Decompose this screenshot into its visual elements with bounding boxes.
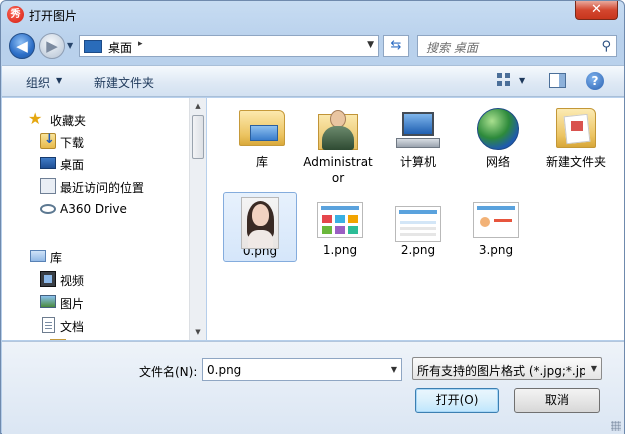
close-button[interactable]: ✕ — [575, 1, 618, 20]
file-item-label: Administrator — [303, 155, 373, 185]
window-title: 打开图片 — [29, 9, 78, 23]
library-folder-icon — [239, 110, 285, 146]
sidebar-item-label: 库 — [50, 251, 63, 265]
navigation-pane: ★ 收藏夹 下载 桌面 最近访问的位置 A360 Drive 库 视频 — [2, 98, 189, 340]
sidebar-item-videos[interactable]: 视频 — [2, 268, 189, 290]
file-item-0-png[interactable]: 0.png — [223, 192, 297, 262]
back-button[interactable]: ◀ — [9, 33, 35, 59]
sidebar-item-label: 文档 — [60, 320, 85, 334]
sidebar-item-recent-places[interactable]: 最近访问的位置 — [2, 175, 189, 197]
file-type-dropdown-icon[interactable]: ▼ — [591, 364, 597, 373]
sidebar-item-label: 下载 — [60, 136, 85, 150]
scroll-down-icon[interactable]: ▼ — [190, 324, 206, 340]
title-bar: 秀 打开图片 ✕ — [1, 1, 624, 29]
pictures-icon — [40, 295, 56, 308]
sidebar-item-a360-drive[interactable]: A360 Drive — [2, 198, 189, 220]
address-dropdown-icon[interactable]: ▼ — [367, 40, 374, 50]
organize-button[interactable]: 组织 — [26, 74, 50, 91]
scroll-up-icon[interactable]: ▲ — [190, 98, 206, 114]
change-view-icon[interactable] — [497, 73, 513, 89]
sidebar-item-libraries[interactable]: 库 — [2, 245, 189, 267]
organize-dropdown-icon[interactable]: ▼ — [56, 76, 62, 85]
file-item-network[interactable]: 网络 — [461, 102, 535, 192]
view-options-dropdown-icon[interactable]: ▼ — [519, 76, 525, 85]
open-image-dialog: 秀 打开图片 ✕ ◀ ▶ ▼ 桌面 ▸ ▼ ⇆ 搜索 桌面 ⚲ 组织 ▼ 新建文… — [0, 0, 625, 434]
file-item-new-folder[interactable]: 新建文件夹 — [539, 102, 613, 192]
file-item-computer[interactable]: 计算机 — [381, 102, 455, 192]
navigation-bar: ◀ ▶ ▼ 桌面 ▸ ▼ ⇆ 搜索 桌面 ⚲ — [1, 31, 624, 61]
documents-icon — [42, 317, 55, 333]
cancel-button[interactable]: 取消 — [514, 388, 600, 413]
file-item-label: 新建文件夹 — [545, 155, 606, 169]
file-type-value: 所有支持的图片格式 (*.jpg;*.jp — [417, 364, 585, 378]
navigation-pane-scrollbar[interactable]: ▲ ▼ — [189, 98, 206, 340]
sidebar-item-downloads[interactable]: 下载 — [2, 130, 189, 152]
search-icon[interactable]: ⚲ — [601, 39, 611, 54]
a360-drive-icon — [40, 204, 56, 214]
sidebar-item-label: 视频 — [60, 274, 85, 288]
video-icon — [40, 271, 56, 287]
sidebar-item-label: 最近访问的位置 — [60, 181, 145, 195]
search-box[interactable]: 搜索 桌面 ⚲ — [417, 35, 617, 57]
folder-icon — [50, 339, 66, 340]
file-item-label: 2.png — [400, 243, 436, 257]
file-item-3-png[interactable]: 3.png — [459, 192, 533, 262]
sidebar-item-label: A360 Drive — [60, 202, 127, 216]
preview-pane-icon[interactable] — [549, 73, 566, 88]
computer-icon — [396, 110, 440, 150]
sidebar-item-label: 桌面 — [60, 158, 85, 172]
sidebar-item-partial[interactable] — [2, 336, 189, 340]
desktop-icon — [40, 157, 56, 169]
address-bar[interactable]: 桌面 ▸ ▼ — [79, 35, 379, 57]
sidebar-item-label: 图片 — [60, 297, 85, 311]
file-item-label: 3.png — [478, 243, 514, 257]
network-icon — [477, 108, 519, 150]
command-toolbar: 组织 ▼ 新建文件夹 ▼ ? — [2, 65, 624, 97]
user-folder-icon — [318, 106, 358, 152]
open-button[interactable]: 打开(O) — [415, 388, 499, 413]
file-item-label: 1.png — [322, 243, 358, 257]
refresh-icon: ⇆ — [390, 38, 402, 53]
recent-pages-dropdown-icon[interactable]: ▼ — [67, 41, 73, 50]
refresh-button[interactable]: ⇆ — [383, 35, 409, 57]
filename-label: 文件名(N): — [139, 365, 198, 379]
file-item-label: 库 — [255, 155, 268, 169]
libraries-icon — [30, 250, 46, 262]
image-thumbnail-icon — [395, 206, 441, 242]
filename-dropdown-icon[interactable]: ▼ — [391, 365, 397, 374]
scrollbar-thumb[interactable] — [192, 115, 204, 159]
desktop-location-icon — [84, 40, 102, 53]
address-chevron-icon[interactable]: ▸ — [138, 39, 143, 49]
app-icon: 秀 — [7, 6, 24, 23]
download-folder-icon — [40, 132, 56, 149]
file-list: 库 Administrator 计算机 网络 新建文件夹 0.png 1.png… — [207, 98, 624, 340]
filename-value[interactable]: 0.png — [207, 363, 241, 377]
file-type-filter[interactable]: 所有支持的图片格式 (*.jpg;*.jp ▼ — [412, 357, 602, 380]
sidebar-item-desktop[interactable]: 桌面 — [2, 152, 189, 174]
image-thumbnail-icon — [241, 197, 279, 249]
resize-grip-icon[interactable] — [611, 421, 621, 431]
help-icon[interactable]: ? — [586, 72, 604, 90]
new-folder-button[interactable]: 新建文件夹 — [94, 74, 154, 91]
file-item-label: 网络 — [485, 155, 510, 169]
file-item-1-png[interactable]: 1.png — [303, 192, 377, 262]
file-item-library[interactable]: 库 — [225, 102, 299, 192]
filename-field[interactable]: 0.png ▼ — [202, 358, 402, 381]
file-item-administrator[interactable]: Administrator — [301, 102, 375, 192]
file-item-2-png[interactable]: 2.png — [381, 192, 455, 262]
dialog-footer: 文件名(N): 0.png ▼ 所有支持的图片格式 (*.jpg;*.jp ▼ … — [2, 341, 624, 434]
address-location[interactable]: 桌面 — [108, 39, 132, 56]
recent-places-icon — [40, 178, 56, 194]
image-thumbnail-icon — [317, 202, 363, 238]
sidebar-item-pictures[interactable]: 图片 — [2, 291, 189, 313]
star-icon: ★ — [28, 109, 43, 128]
image-thumbnail-icon — [473, 202, 519, 238]
sidebar-item-label: 收藏夹 — [50, 114, 87, 128]
new-folder-icon — [556, 108, 596, 148]
sidebar-item-favorites[interactable]: ★ 收藏夹 — [2, 108, 189, 130]
search-input[interactable]: 搜索 桌面 — [426, 39, 478, 56]
forward-button[interactable]: ▶ — [39, 33, 65, 59]
sidebar-item-documents[interactable]: 文档 — [2, 314, 189, 336]
file-item-label: 计算机 — [399, 155, 436, 169]
